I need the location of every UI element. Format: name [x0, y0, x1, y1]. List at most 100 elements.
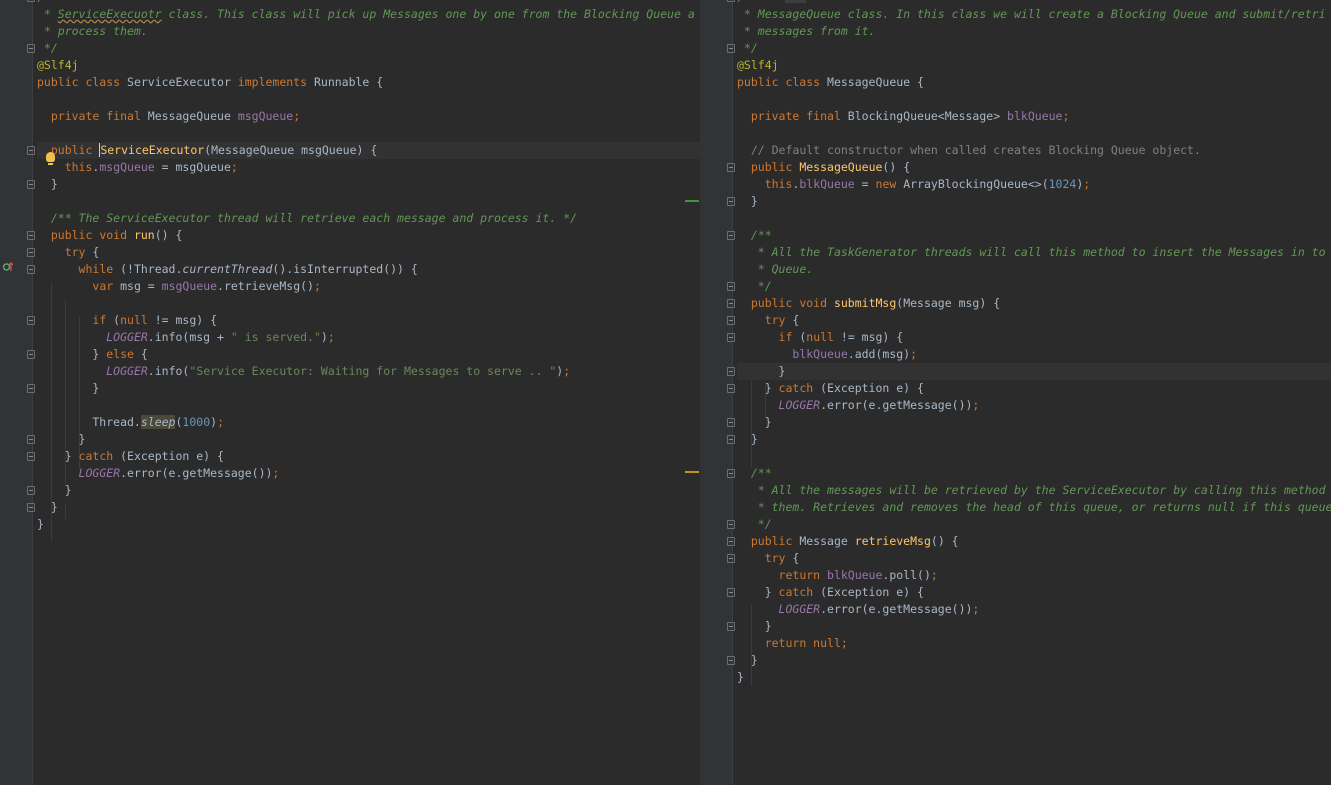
code-line[interactable]: } catch (Exception e) { — [727, 584, 1331, 601]
code-line[interactable]: */ — [727, 278, 1331, 295]
code-line[interactable]: public class MessageQueue { — [737, 74, 1331, 91]
fold-toggle-icon[interactable] — [27, 0, 35, 2]
code-line[interactable]: /** The ServiceExecutor thread will retr… — [37, 210, 700, 227]
code-line[interactable]: } — [737, 669, 1331, 686]
code-line[interactable]: * them. Retrieves and removes the head o… — [737, 499, 1331, 516]
fold-toggle-icon[interactable] — [727, 520, 735, 529]
fold-toggle-icon[interactable] — [727, 316, 735, 325]
fold-toggle-icon[interactable] — [27, 265, 35, 274]
fold-toggle-icon[interactable] — [27, 486, 35, 495]
code-line[interactable]: blkQueue.add(msg); — [737, 346, 1331, 363]
code-line[interactable] — [37, 397, 700, 414]
code-line[interactable]: LOGGER.info("Service Executor: Waiting f… — [37, 363, 700, 380]
code-line[interactable]: */ — [727, 516, 1331, 533]
code-line[interactable]: return null; — [737, 635, 1331, 652]
fold-toggle-icon[interactable] — [727, 231, 735, 240]
fold-toggle-icon[interactable] — [27, 231, 35, 240]
code-line[interactable]: LOGGER.info(msg + " is served."); — [37, 329, 700, 346]
code-line[interactable]: * All the messages will be retrieved by … — [737, 482, 1331, 499]
fold-toggle-icon[interactable] — [27, 435, 35, 444]
fold-toggle-icon[interactable] — [727, 537, 735, 546]
fold-toggle-icon[interactable] — [727, 588, 735, 597]
code-line[interactable]: * MessageQueue class. In this class we w… — [737, 6, 1331, 23]
code-line[interactable]: return blkQueue.poll(); — [737, 567, 1331, 584]
code-line[interactable]: } — [27, 431, 700, 448]
code-line[interactable]: } else { — [27, 346, 700, 363]
code-line[interactable] — [37, 125, 700, 142]
code-line[interactable]: } — [727, 652, 1331, 669]
code-line[interactable] — [737, 448, 1331, 465]
code-line[interactable] — [737, 210, 1331, 227]
code-line[interactable] — [737, 91, 1331, 108]
code-line[interactable]: @Slf4j — [37, 57, 700, 74]
code-line[interactable]: LOGGER.error(e.getMessage()); — [737, 397, 1331, 414]
fold-toggle-icon[interactable] — [727, 622, 735, 631]
fold-toggle-icon[interactable] — [727, 384, 735, 393]
code-line[interactable]: } — [27, 482, 700, 499]
fold-toggle-icon[interactable] — [727, 282, 735, 291]
code-line[interactable]: */ — [727, 40, 1331, 57]
code-line[interactable]: } — [27, 176, 700, 193]
change-marker[interactable] — [685, 200, 699, 202]
code-line[interactable]: } — [727, 193, 1331, 210]
fold-toggle-icon[interactable] — [727, 435, 735, 444]
code-line[interactable]: @Slf4j — [737, 57, 1331, 74]
fold-toggle-icon[interactable] — [727, 44, 735, 53]
code-line[interactable]: * messages from it. — [737, 23, 1331, 40]
fold-toggle-icon[interactable] — [727, 163, 735, 172]
code-line[interactable]: LOGGER.error(e.getMessage()); — [37, 465, 700, 482]
code-line[interactable]: } catch (Exception e) { — [727, 380, 1331, 397]
fold-toggle-icon[interactable] — [727, 554, 735, 563]
code-line[interactable]: try { — [727, 312, 1331, 329]
code-line[interactable]: } — [727, 363, 1331, 380]
code-line[interactable]: public void submitMsg(Message msg) { — [727, 295, 1331, 312]
code-line[interactable]: while (!Thread.currentThread().isInterru… — [27, 261, 700, 278]
code-line[interactable] — [37, 295, 700, 312]
fold-toggle-icon[interactable] — [27, 146, 35, 155]
fold-toggle-icon[interactable] — [27, 384, 35, 393]
code-line[interactable]: /** — [727, 465, 1331, 482]
code-line[interactable]: if (null != msg) { — [727, 329, 1331, 346]
fold-toggle-icon[interactable] — [27, 180, 35, 189]
code-line[interactable]: } — [27, 380, 700, 397]
code-line[interactable]: public Message retrieveMsg() { — [727, 533, 1331, 550]
fold-toggle-icon[interactable] — [727, 656, 735, 665]
code-line[interactable]: */ — [27, 40, 700, 57]
fold-toggle-icon[interactable] — [727, 0, 735, 2]
code-line[interactable]: } catch (Exception e) { — [27, 448, 700, 465]
code-editor-left[interactable]: /** * ServiceExecuotr class. This class … — [27, 0, 700, 533]
fold-toggle-icon[interactable] — [727, 469, 735, 478]
code-line[interactable] — [37, 193, 700, 210]
code-line[interactable] — [737, 125, 1331, 142]
code-line[interactable]: public void run() { — [27, 227, 700, 244]
editor-pane-left[interactable]: /** * ServiceExecuotr class. This class … — [0, 0, 700, 785]
fold-toggle-icon[interactable] — [27, 350, 35, 359]
scroll-indicator[interactable] — [785, 0, 806, 3]
fold-toggle-icon[interactable] — [27, 248, 35, 257]
code-line[interactable]: * ServiceExecuotr class. This class will… — [37, 6, 700, 23]
code-line[interactable]: public MessageQueue() { — [727, 159, 1331, 176]
code-editor-right[interactable]: /** * MessageQueue class. In this class … — [727, 0, 1331, 686]
fold-toggle-icon[interactable] — [727, 418, 735, 427]
lightbulb-icon[interactable] — [46, 152, 55, 165]
code-line[interactable]: if (null != msg) { — [27, 312, 700, 329]
fold-toggle-icon[interactable] — [27, 316, 35, 325]
code-line[interactable]: this.msgQueue = msgQueue; — [37, 159, 700, 176]
fold-toggle-icon[interactable] — [727, 333, 735, 342]
code-line[interactable]: LOGGER.error(e.getMessage()); — [737, 601, 1331, 618]
code-line[interactable]: try { — [27, 244, 700, 261]
code-line[interactable] — [37, 91, 700, 108]
code-line[interactable]: * process them. — [37, 23, 700, 40]
code-line[interactable]: public ServiceExecutor(MessageQueue msgQ… — [27, 142, 700, 159]
code-line[interactable]: private final BlockingQueue<Message> blk… — [737, 108, 1331, 125]
code-line[interactable]: /** — [727, 227, 1331, 244]
code-line[interactable]: this.blkQueue = new ArrayBlockingQueue<>… — [737, 176, 1331, 193]
code-line[interactable]: try { — [727, 550, 1331, 567]
code-line[interactable]: * Queue. — [737, 261, 1331, 278]
code-line[interactable]: } — [727, 431, 1331, 448]
code-line[interactable]: } — [727, 618, 1331, 635]
fold-toggle-icon[interactable] — [27, 44, 35, 53]
code-line[interactable]: } — [37, 516, 700, 533]
run-override-icon[interactable] — [3, 262, 13, 272]
code-line[interactable]: } — [27, 499, 700, 516]
